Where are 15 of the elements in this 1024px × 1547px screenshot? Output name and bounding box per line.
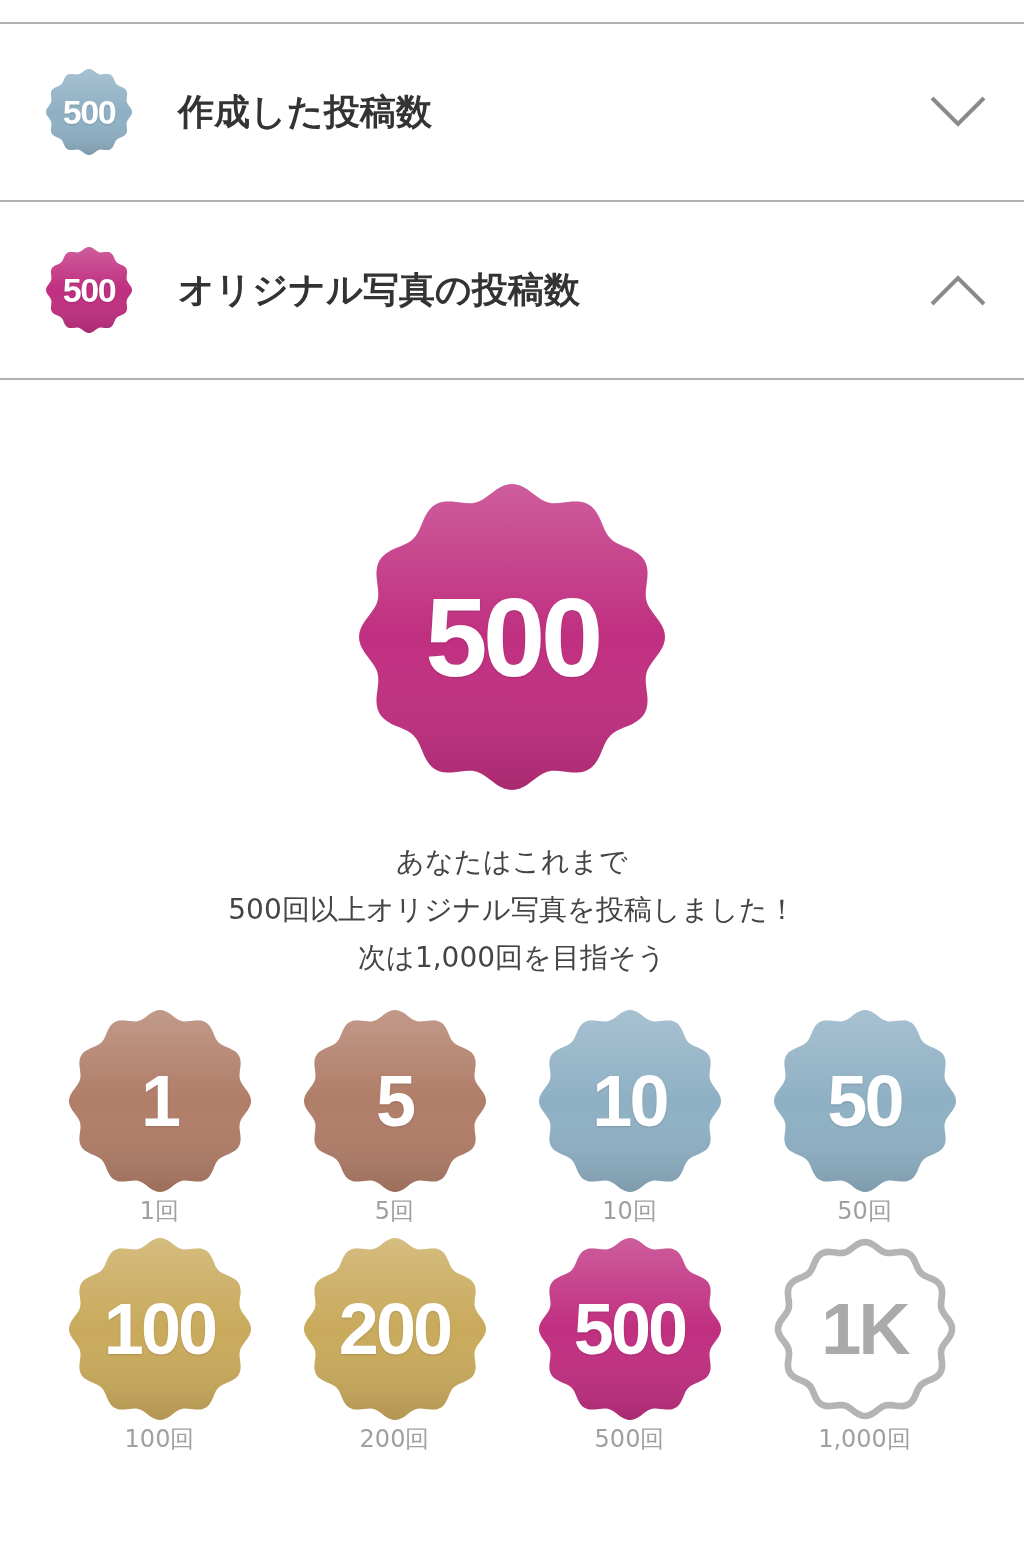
milestone-label: 200回 xyxy=(359,1424,430,1455)
section-header[interactable]: 500 オリジナル写真の投稿数 xyxy=(0,200,1024,378)
achievement-message: あなたはこれまで 500回以上オリジナル写真を投稿しました！ 次は1,000回を目指そう xyxy=(228,844,796,976)
milestone-label: 10回 xyxy=(602,1196,657,1227)
milestone-label: 1,000回 xyxy=(818,1424,911,1455)
chevron-up-icon xyxy=(930,274,986,306)
milestone-label: 100回 xyxy=(124,1424,195,1455)
milestone-label: 5回 xyxy=(374,1196,415,1227)
milestone-label: 1回 xyxy=(139,1196,180,1227)
section-title: 作成した投稿数 xyxy=(178,89,433,134)
chevron-down-icon xyxy=(930,96,986,128)
milestone-label: 50回 xyxy=(837,1196,892,1227)
milestone-label: 500回 xyxy=(594,1424,665,1455)
section-title: オリジナル写真の投稿数 xyxy=(178,267,581,312)
section-header[interactable]: 500 作成した投稿数 xyxy=(0,22,1024,200)
